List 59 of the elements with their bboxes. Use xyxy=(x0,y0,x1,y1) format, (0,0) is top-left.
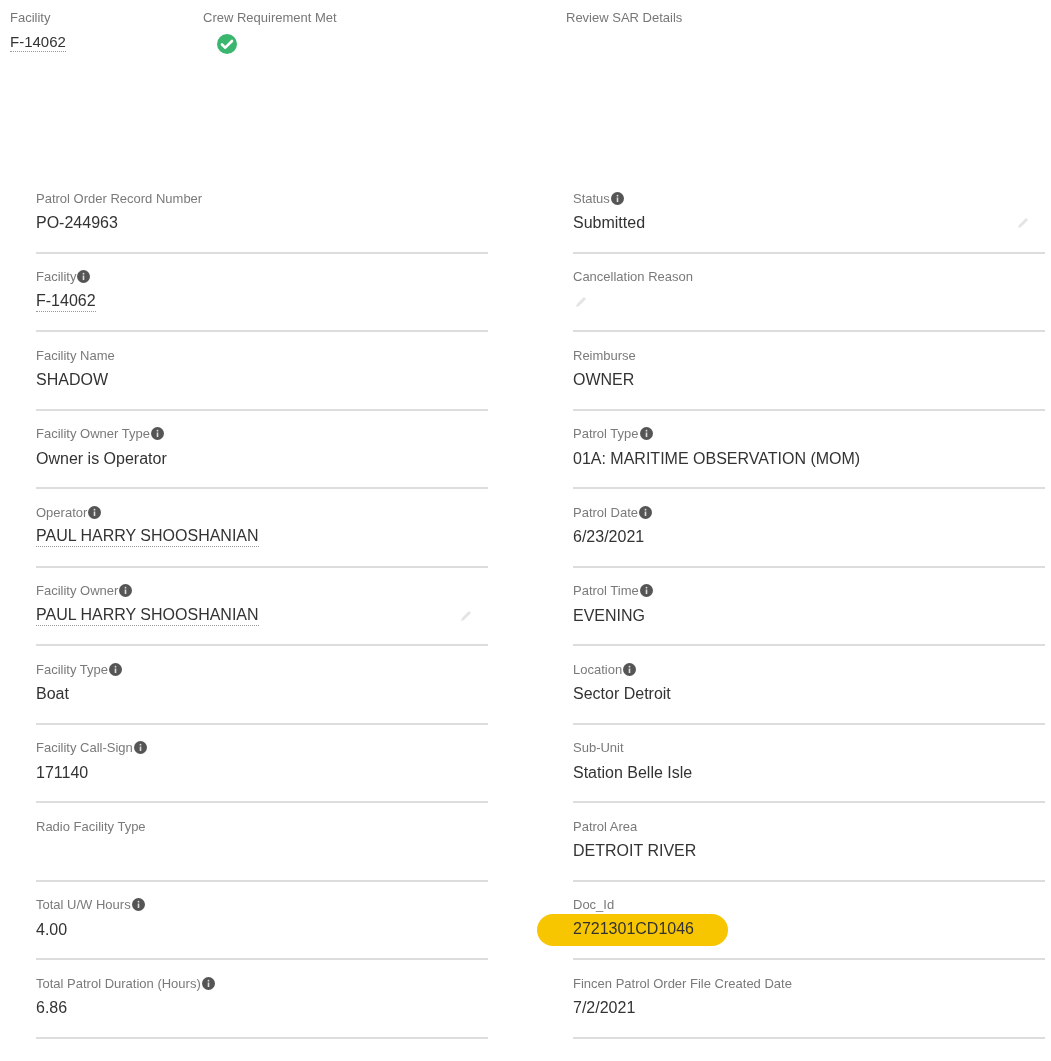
info-icon[interactable] xyxy=(109,662,122,676)
field-label: Doc_Id xyxy=(573,897,615,912)
field-label: Radio Facility Type xyxy=(36,818,146,834)
field-value: Submitted xyxy=(573,214,646,232)
info-icon[interactable] xyxy=(88,505,102,519)
info-icon[interactable] xyxy=(610,191,624,205)
field-link[interactable]: PAUL HARRY SHOOSHANIAN xyxy=(36,605,259,626)
info-icon[interactable] xyxy=(623,662,637,676)
info-icon[interactable] xyxy=(119,584,133,597)
field-label: Patrol Type xyxy=(573,426,639,441)
info-icon[interactable] xyxy=(133,741,147,754)
field-value: 2721301CD1046 xyxy=(537,913,728,946)
field-label: Reimburse xyxy=(573,347,636,363)
field-value: Station Belle Isle xyxy=(573,763,693,782)
field-value: PO-244963 xyxy=(36,214,118,232)
field-value: EVENING xyxy=(573,606,645,625)
field-link[interactable]: PAUL HARRY SHOOSHANIAN xyxy=(36,527,259,547)
field-label: Fincen Patrol Order File Created Date xyxy=(573,975,792,991)
info-icon[interactable] xyxy=(77,270,91,283)
field-value: 4.00 xyxy=(36,920,68,939)
field-value: OWNER xyxy=(573,371,635,389)
field-label: Patrol Order Record Number xyxy=(36,190,203,206)
field-label: Sub-Unit xyxy=(573,740,624,755)
field-value: SHADOW xyxy=(36,371,108,389)
field-value: 7/2/2021 xyxy=(573,999,636,1017)
field-label: Status xyxy=(573,190,610,206)
field-label: Facility Owner xyxy=(36,583,119,598)
field-label: Patrol Area xyxy=(573,818,638,834)
field-label: Cancellation Reason xyxy=(573,269,693,284)
field-label: Facility xyxy=(36,269,77,284)
facility-link[interactable]: F-14062 xyxy=(10,33,66,52)
info-icon[interactable] xyxy=(639,505,653,519)
field-label: Total Patrol Duration (Hours) xyxy=(36,975,201,991)
field-label: Facility Call-Sign xyxy=(36,740,133,755)
info-icon[interactable] xyxy=(150,427,164,440)
field-label: Patrol Date xyxy=(573,504,639,520)
field-value: 01A: MARITIME OBSERVATION (MOM) xyxy=(573,449,861,468)
field-label: Operator xyxy=(36,504,88,520)
info-icon[interactable] xyxy=(131,898,145,911)
field-value: Boat xyxy=(36,685,69,703)
field-label: Patrol Time xyxy=(573,583,639,598)
info-icon[interactable] xyxy=(639,427,653,440)
field-link[interactable]: F-14062 xyxy=(36,291,96,312)
info-icon[interactable] xyxy=(201,976,215,990)
field-label: Facility Type xyxy=(36,661,108,677)
field-label: Facility Owner Type xyxy=(36,426,150,441)
field-label: Location xyxy=(573,661,623,677)
field-value: 6/23/2021 xyxy=(573,528,645,546)
field-label: Total U/W Hours xyxy=(36,897,131,912)
info-icon[interactable] xyxy=(639,584,653,597)
field-label: Facility Name xyxy=(36,347,115,363)
field-value: DETROIT RIVER xyxy=(573,842,697,860)
field-label: Review SAR Details xyxy=(566,10,683,25)
field-value: 171140 xyxy=(36,763,89,782)
field-value: Owner is Operator xyxy=(36,449,167,468)
field-label: Crew Requirement Met xyxy=(203,10,337,25)
field-value: 6.86 xyxy=(36,999,68,1017)
field-label: Facility xyxy=(10,10,51,25)
field-value: Sector Detroit xyxy=(573,685,671,703)
